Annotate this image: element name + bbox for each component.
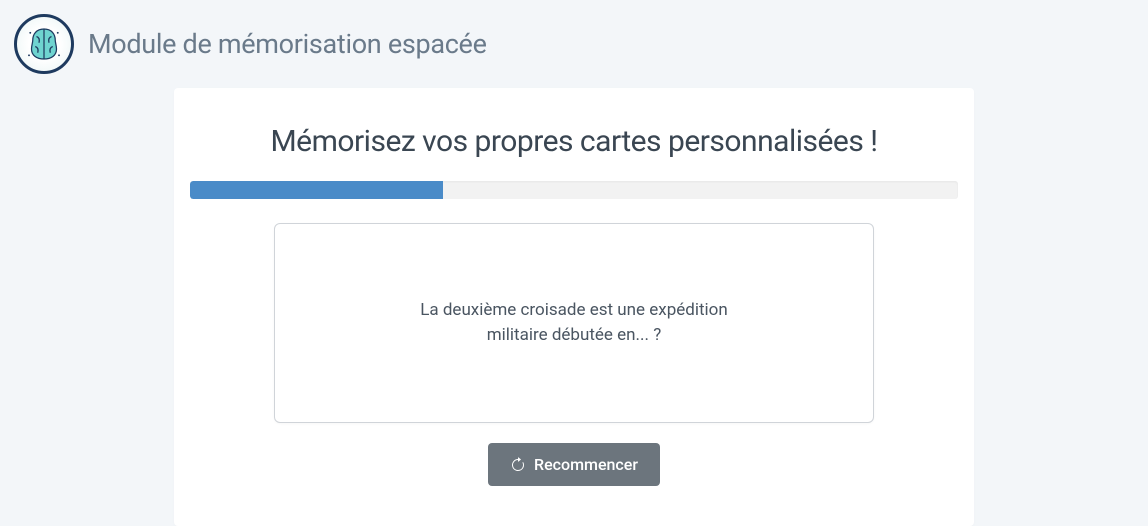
restart-label: Recommencer: [534, 455, 638, 474]
progress-fill: [190, 181, 443, 199]
flashcard-question: La deuxième croisade est une expédition …: [414, 298, 734, 349]
page-title: Mémorisez vos propres cartes personnalis…: [190, 124, 958, 159]
flashcard[interactable]: La deuxième croisade est une expédition …: [274, 223, 874, 423]
brain-icon: [24, 24, 64, 64]
restart-icon: [510, 457, 526, 473]
header-title: Module de mémorisation espacée: [88, 28, 487, 60]
main-panel: Mémorisez vos propres cartes personnalis…: [174, 88, 974, 526]
progress-bar: [190, 181, 958, 199]
restart-button[interactable]: Recommencer: [488, 443, 660, 486]
button-row: Recommencer: [190, 443, 958, 486]
app-logo: [14, 14, 74, 74]
header: Module de mémorisation espacée: [0, 0, 1148, 88]
